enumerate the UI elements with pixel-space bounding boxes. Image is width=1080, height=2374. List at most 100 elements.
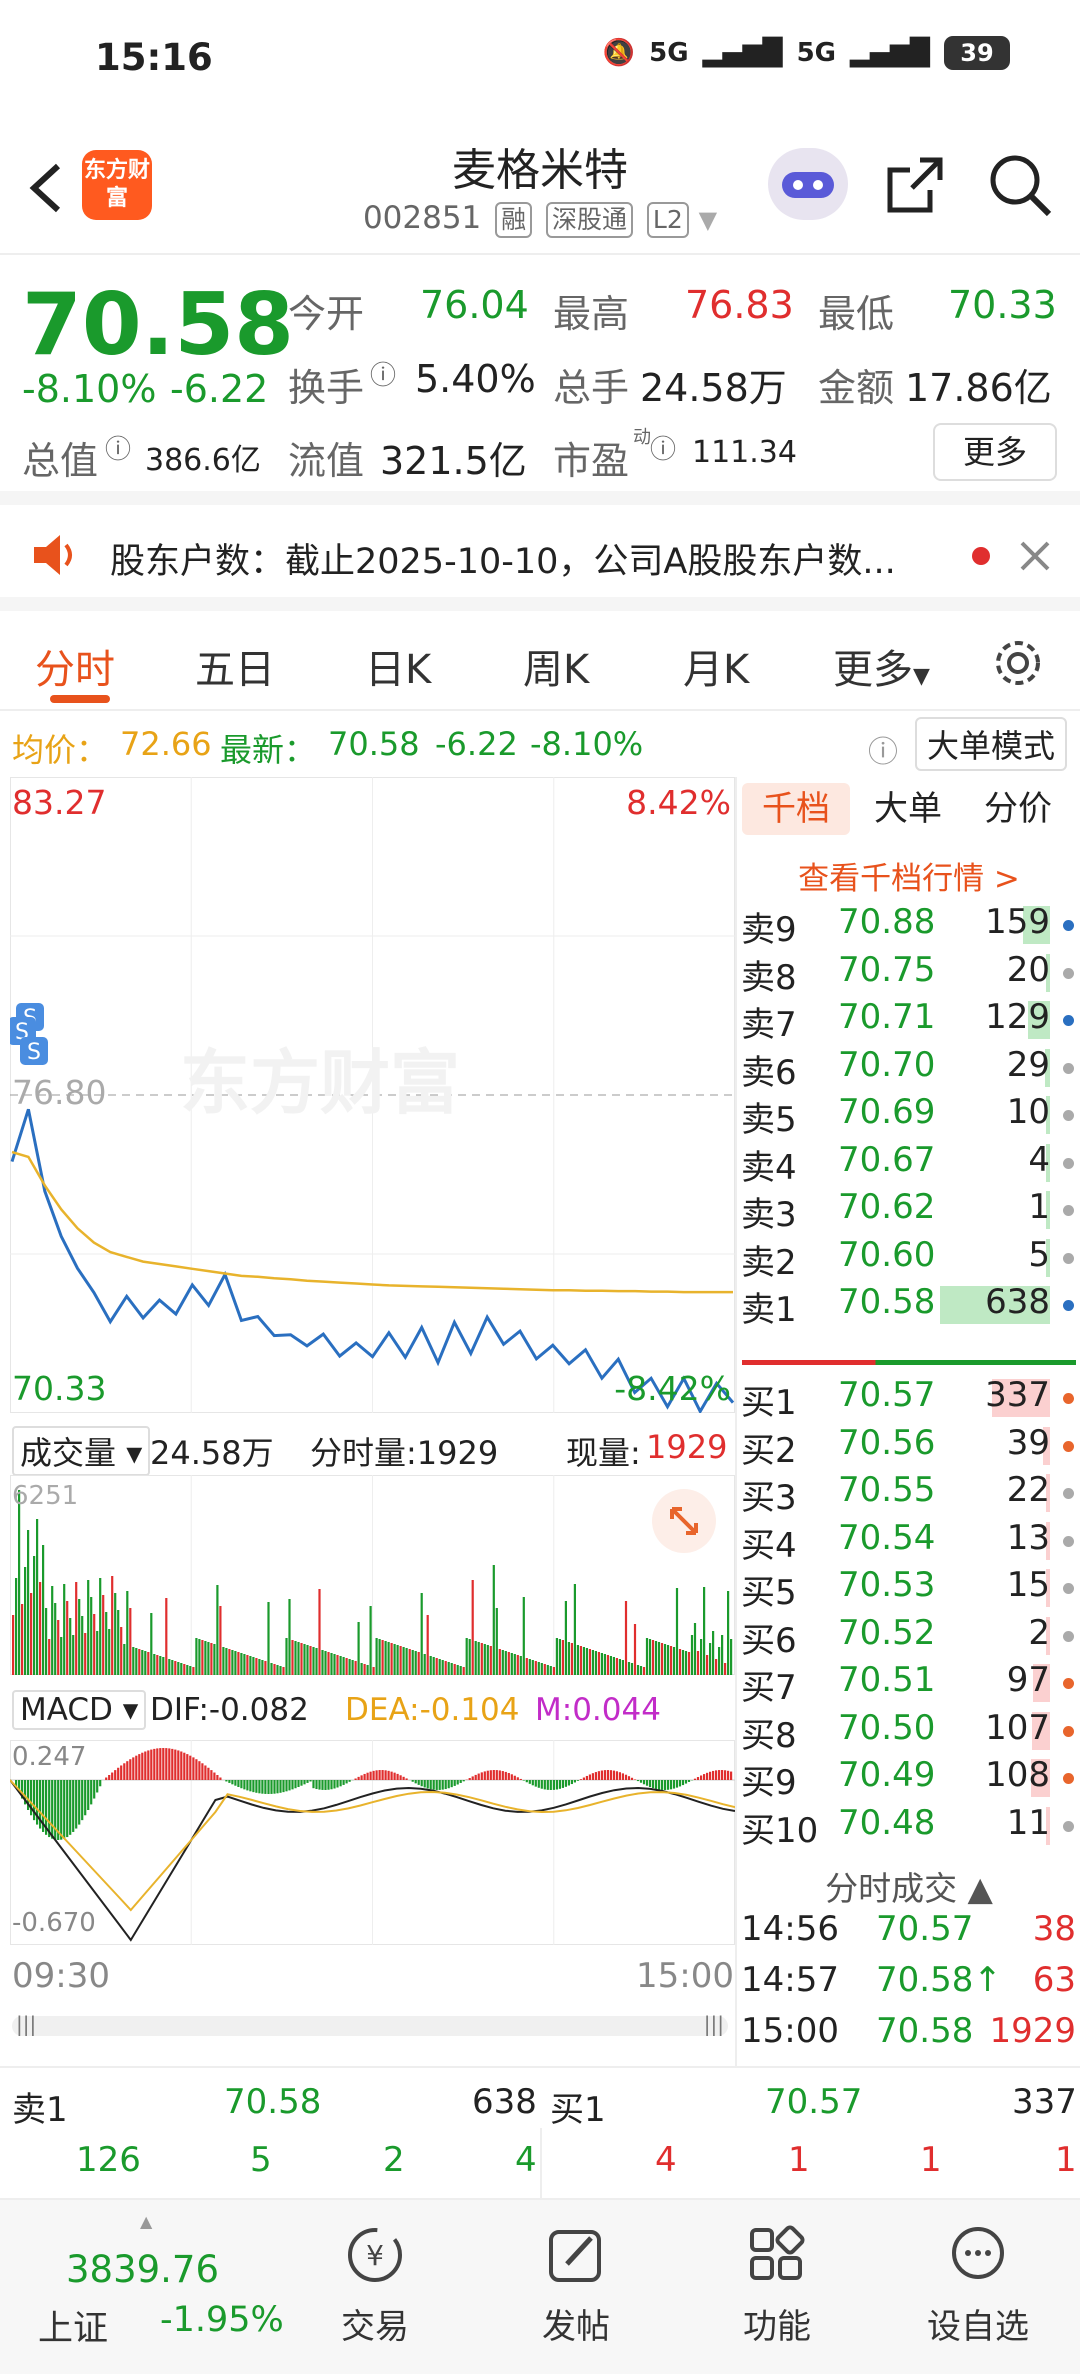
scroll-handle-right[interactable]: ||| — [704, 2012, 724, 2036]
big-order-mode-button[interactable]: 大单模式 — [915, 717, 1068, 771]
volume-bar — [171, 1660, 174, 1675]
bid-row[interactable]: 买8 70.50 107 — [738, 1708, 1080, 1756]
ask-row[interactable]: 卖9 70.88 159 — [738, 902, 1080, 950]
book-tab-price[interactable]: 分价 — [984, 783, 1052, 835]
index-pct: -1.95% — [160, 2300, 284, 2340]
ask-row[interactable]: 卖4 70.67 4 — [738, 1140, 1080, 1188]
volume-bar — [150, 1613, 153, 1675]
ticks-title[interactable]: 分时成交 ▲ — [738, 1862, 1080, 1910]
volume-bar — [312, 1647, 315, 1675]
ask-row[interactable]: 卖5 70.69 10 — [738, 1092, 1080, 1140]
level-qty: 20 — [1006, 949, 1050, 990]
macd-m: M:0.044 — [535, 1692, 661, 1728]
bid-row[interactable]: 买9 70.49 108 — [738, 1755, 1080, 1803]
bid-row[interactable]: 买6 70.52 2 — [738, 1613, 1080, 1661]
level-qty: 11 — [1006, 1802, 1050, 1843]
notice-bar[interactable]: 股东户数：截止2025-10-10，公司A股股东户数... — [0, 505, 1080, 611]
edit-icon — [549, 2230, 601, 2282]
tab-weekly-k[interactable]: 周K — [523, 637, 589, 695]
macd-bar — [225, 1780, 228, 1782]
unread-dot — [972, 547, 990, 565]
info-icon[interactable]: ⓘ — [370, 355, 396, 392]
tab-daily-k[interactable]: 日K — [365, 637, 431, 695]
volume-bar — [441, 1660, 444, 1675]
intraday-chart[interactable]: SSS 83.27 8.42% 76.80 70.33 -8.42% 东方财富 — [10, 777, 735, 1413]
ask-row[interactable]: 卖3 70.62 1 — [738, 1187, 1080, 1235]
volume-bar — [252, 1657, 255, 1675]
info-icon[interactable]: ⓘ — [105, 429, 131, 466]
ask-row[interactable]: 卖7 70.71 129 — [738, 997, 1080, 1045]
bid-row[interactable]: 买3 70.55 22 — [738, 1470, 1080, 1518]
ask-row[interactable]: 卖1 70.58 638 — [738, 1282, 1080, 1330]
tab-intraday[interactable]: 分时 — [35, 637, 115, 695]
volume-bar — [360, 1663, 363, 1675]
index-ticker[interactable]: ▲ 3839.76 上证 -1.95% — [20, 2212, 284, 2360]
volume-bar — [255, 1658, 258, 1675]
info-icon[interactable]: ⓘ — [650, 429, 676, 466]
volume-bar — [375, 1638, 378, 1675]
macd-chart[interactable]: 0.247 -0.670 — [9, 1740, 736, 1945]
ask-row[interactable]: 卖6 70.70 29 — [738, 1045, 1080, 1093]
help-icon[interactable]: ⓘ — [868, 727, 898, 771]
buy-count-4: 1 — [1055, 2140, 1077, 2180]
volume-bar — [90, 1597, 93, 1675]
tab-more[interactable]: 更多▼ — [833, 637, 930, 695]
volume-bar — [228, 1649, 231, 1675]
macd-bar — [489, 1770, 492, 1780]
bid-row[interactable]: 买10 70.48 11 — [738, 1803, 1080, 1851]
expand-icon[interactable] — [652, 1489, 716, 1553]
macd-bar — [48, 1780, 51, 1838]
x-end-label: 15:00 — [636, 1956, 734, 1996]
macd-bar — [414, 1780, 417, 1784]
bid-row[interactable]: 买4 70.54 13 — [738, 1518, 1080, 1566]
close-icon[interactable] — [1018, 539, 1052, 573]
macd-bar — [576, 1780, 579, 1781]
time-scrollbar[interactable]: ||| ||| — [12, 2012, 728, 2036]
ask-row[interactable]: 卖8 70.75 20 — [738, 950, 1080, 998]
bid-row[interactable]: 买2 70.56 39 — [738, 1423, 1080, 1471]
more-button[interactable]: 更多 — [933, 423, 1057, 481]
macd-selector[interactable]: MACD ▾ — [12, 1690, 147, 1730]
volume-bar — [147, 1652, 150, 1675]
nav-functions[interactable]: 功能 — [717, 2220, 837, 2348]
volume-selector[interactable]: 成交量 ▾ — [12, 1426, 151, 1476]
bid-row[interactable]: 买7 70.51 97 — [738, 1660, 1080, 1708]
amount-value: 17.86亿 — [905, 366, 1052, 410]
volume-chart[interactable]: 6251 — [10, 1475, 735, 1675]
index-value: 3839.76 — [66, 2248, 220, 2291]
nav-post[interactable]: 发帖 — [516, 2220, 636, 2348]
volume-bar — [627, 1662, 631, 1675]
ask-row[interactable]: 卖2 70.60 5 — [738, 1235, 1080, 1283]
search-icon[interactable] — [985, 150, 1055, 220]
macd-bar — [582, 1777, 585, 1780]
depth-link[interactable]: 查看千档行情 > — [738, 853, 1080, 898]
share-icon[interactable] — [880, 150, 950, 220]
volume-bar — [447, 1662, 450, 1675]
tab-monthly-k[interactable]: 月K — [683, 637, 749, 695]
book-tab-depth[interactable]: 千档 — [742, 783, 850, 835]
macd-bar — [240, 1780, 243, 1789]
scroll-handle-left[interactable]: ||| — [16, 2012, 36, 2036]
volume-bar — [84, 1633, 87, 1675]
nav-watchlist[interactable]: 设自选 — [918, 2220, 1038, 2348]
volume-bar — [318, 1589, 321, 1675]
status-time: 15:16 — [95, 36, 213, 79]
tag-connect: 深股通 — [546, 202, 634, 238]
assistant-avatar[interactable] — [768, 148, 848, 220]
level-label: 买1 — [741, 1383, 797, 1423]
book-tab-bigorder[interactable]: 大单 — [874, 783, 942, 835]
bid-row[interactable]: 买5 70.53 15 — [738, 1565, 1080, 1613]
gear-icon[interactable] — [990, 635, 1046, 691]
notice-text: 股东户数：截止2025-10-10，公司A股股东户数... — [110, 542, 896, 582]
macd-bar — [558, 1780, 561, 1789]
nav-trade[interactable]: ¥ 交易 — [315, 2220, 435, 2348]
volume-bar — [18, 1490, 21, 1675]
macd-dea: DEA:-0.104 — [345, 1692, 520, 1728]
macd-bar — [624, 1774, 628, 1780]
volume-label: 总手 — [553, 366, 630, 410]
bid-row[interactable]: 买1 70.57 337 — [738, 1375, 1080, 1423]
tab-5day[interactable]: 五日 — [195, 637, 275, 695]
tick-row: 15:00 70.58 1929 — [738, 2011, 1080, 2059]
volume-bar — [603, 1654, 606, 1675]
volume-bar — [411, 1650, 414, 1675]
